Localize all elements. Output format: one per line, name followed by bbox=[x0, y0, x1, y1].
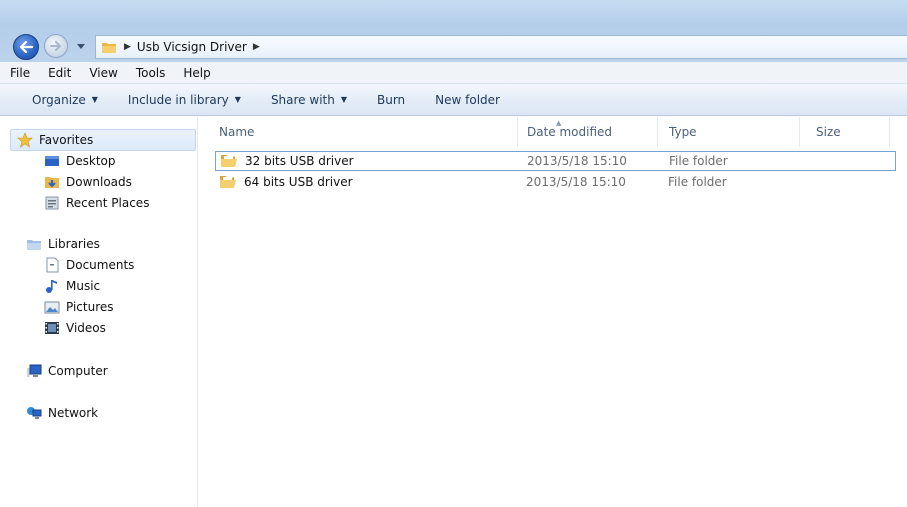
command-bar: Organize ▼ Include in library ▼ Share wi… bbox=[0, 84, 907, 116]
folder-icon bbox=[102, 41, 116, 53]
chevron-down-icon: ▼ bbox=[340, 95, 347, 104]
nav-desktop[interactable]: Desktop bbox=[44, 153, 116, 169]
nav-pictures[interactable]: Pictures bbox=[44, 299, 114, 315]
libraries-icon bbox=[26, 236, 42, 252]
burn-button[interactable]: Burn bbox=[377, 93, 405, 107]
organize-label: Organize bbox=[32, 92, 86, 107]
column-type[interactable]: Type bbox=[669, 125, 697, 139]
share-with-label: Share with bbox=[270, 92, 335, 107]
chevron-down-icon: ▼ bbox=[91, 95, 98, 104]
column-divider[interactable] bbox=[889, 117, 890, 147]
new-folder-label: New folder bbox=[435, 92, 500, 107]
menu-help[interactable]: Help bbox=[183, 66, 210, 80]
pictures-icon bbox=[44, 299, 60, 315]
file-date-modified: 2013/5/18 15:10 bbox=[526, 175, 626, 189]
nav-computer-label: Computer bbox=[48, 364, 108, 378]
nav-documents-label: Documents bbox=[66, 258, 135, 272]
title-bar: ▶ Usb Vicsign Driver ▶ bbox=[0, 0, 907, 62]
navigation-pane: Favorites Desktop Downloads Recent Place… bbox=[0, 117, 198, 507]
nav-downloads-label: Downloads bbox=[66, 175, 132, 189]
recent-places-icon bbox=[44, 195, 60, 211]
menu-file[interactable]: File bbox=[10, 66, 30, 80]
nav-network-label: Network bbox=[48, 406, 99, 420]
back-button[interactable] bbox=[13, 34, 39, 60]
menu-view[interactable]: View bbox=[89, 66, 117, 80]
file-name: 32 bits USB driver bbox=[245, 154, 354, 168]
share-with-button[interactable]: Share with ▼ bbox=[271, 93, 347, 107]
organize-button[interactable]: Organize ▼ bbox=[32, 93, 98, 107]
new-folder-button[interactable]: New folder bbox=[435, 93, 500, 107]
include-in-library-label: Include in library bbox=[127, 92, 229, 107]
column-header-row: ▲ Name Date modified Type Size bbox=[199, 117, 907, 147]
file-name-cell: 64 bits USB driver bbox=[220, 175, 353, 189]
forward-button[interactable] bbox=[44, 34, 68, 58]
column-divider[interactable] bbox=[517, 117, 518, 147]
menu-bar: File Edit View Tools Help bbox=[0, 62, 907, 84]
nav-videos-label: Videos bbox=[66, 321, 106, 335]
nav-computer[interactable]: Computer bbox=[26, 363, 108, 379]
nav-downloads[interactable]: Downloads bbox=[44, 174, 132, 190]
music-icon bbox=[44, 278, 60, 294]
computer-icon bbox=[26, 363, 42, 379]
file-row[interactable]: 32 bits USB driver 2013/5/18 15:10 File … bbox=[215, 151, 896, 171]
nav-music-label: Music bbox=[66, 279, 101, 293]
file-type: File folder bbox=[668, 175, 727, 189]
nav-libraries[interactable]: Libraries bbox=[26, 236, 100, 252]
breadcrumb-arrow-icon[interactable]: ▶ bbox=[124, 42, 131, 52]
nav-favorites[interactable]: Favorites bbox=[10, 129, 196, 151]
breadcrumb-segment[interactable]: Usb Vicsign Driver bbox=[137, 40, 247, 54]
menu-tools[interactable]: Tools bbox=[136, 66, 166, 80]
star-icon bbox=[17, 132, 33, 148]
videos-icon bbox=[44, 320, 60, 336]
nav-documents[interactable]: Documents bbox=[44, 257, 134, 273]
file-name: 64 bits USB driver bbox=[244, 175, 353, 189]
chevron-down-icon: ▼ bbox=[234, 95, 241, 104]
file-date-modified: 2013/5/18 15:10 bbox=[527, 154, 627, 168]
nav-recent-places-label: Recent Places bbox=[66, 196, 150, 210]
nav-network[interactable]: Network bbox=[26, 405, 98, 421]
chevron-down-icon bbox=[77, 44, 85, 49]
address-bar[interactable]: ▶ Usb Vicsign Driver ▶ bbox=[95, 35, 907, 59]
nav-pictures-label: Pictures bbox=[66, 300, 114, 314]
file-type: File folder bbox=[669, 154, 728, 168]
column-divider[interactable] bbox=[799, 117, 800, 147]
breadcrumb-arrow-icon[interactable]: ▶ bbox=[253, 42, 260, 52]
column-divider[interactable] bbox=[657, 117, 658, 147]
nav-favorites-label: Favorites bbox=[39, 133, 94, 147]
menu-edit[interactable]: Edit bbox=[48, 66, 71, 80]
documents-icon bbox=[44, 257, 60, 273]
file-row[interactable]: 64 bits USB driver 2013/5/18 15:10 File … bbox=[215, 172, 896, 192]
back-arrow-icon bbox=[19, 41, 33, 53]
column-date-modified[interactable]: Date modified bbox=[527, 125, 612, 139]
column-name[interactable]: Name bbox=[219, 125, 254, 139]
nav-videos[interactable]: Videos bbox=[44, 320, 106, 336]
file-name-cell: 32 bits USB driver bbox=[221, 154, 354, 168]
folder-icon bbox=[221, 154, 237, 168]
recent-pages-dropdown[interactable] bbox=[76, 43, 86, 51]
desktop-icon bbox=[44, 153, 60, 169]
folder-icon bbox=[220, 175, 236, 189]
include-in-library-button[interactable]: Include in library ▼ bbox=[128, 93, 241, 107]
nav-music[interactable]: Music bbox=[44, 278, 100, 294]
nav-libraries-label: Libraries bbox=[48, 237, 100, 251]
downloads-icon bbox=[44, 174, 60, 190]
burn-label: Burn bbox=[377, 92, 406, 107]
network-icon bbox=[26, 405, 42, 421]
nav-recent-places[interactable]: Recent Places bbox=[44, 195, 149, 211]
forward-arrow-icon bbox=[50, 41, 61, 51]
column-size[interactable]: Size bbox=[816, 125, 841, 139]
nav-desktop-label: Desktop bbox=[66, 154, 116, 168]
